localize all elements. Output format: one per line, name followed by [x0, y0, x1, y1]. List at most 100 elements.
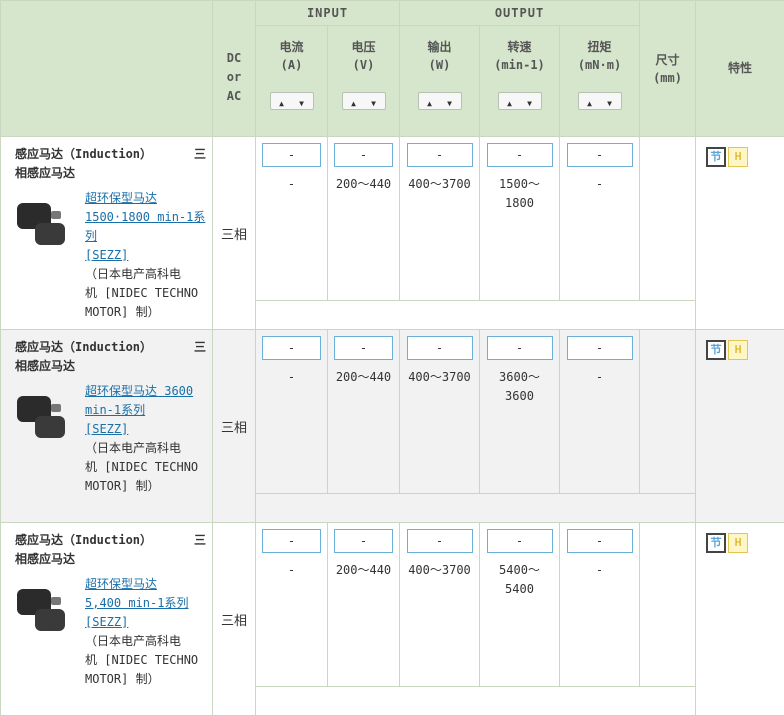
voltage-filter-input[interactable]: -	[334, 336, 393, 360]
product-link-line[interactable]: [SEZZ]	[85, 420, 198, 439]
product-link[interactable]: 超环保型马达5,400 min-1系列[SEZZ]	[85, 575, 198, 632]
output-cell: - 400～3700	[400, 137, 480, 301]
sort-desc-icon[interactable]: ▼	[364, 96, 384, 112]
sort-desc-icon[interactable]: ▼	[600, 96, 620, 112]
output-filter-input[interactable]: -	[407, 143, 473, 167]
voltage-value: 200～440	[328, 561, 399, 580]
product-row: 感应马达（Induction） 三 相感应马达 超环保型马达 3600min-1…	[1, 330, 784, 494]
product-link-line[interactable]: 超环保型马达	[85, 189, 205, 208]
torque-cell: - -	[560, 137, 640, 301]
product-maker: （日本电产高科电机 [NIDEC TECHNOMOTOR] 制）	[85, 439, 198, 496]
product-maker: （日本电产高科电机 [NIDEC TECHNOMOTOR] 制）	[85, 632, 198, 689]
category-label: 感应马达（Induction）	[15, 531, 152, 550]
input-group-header: INPUT	[256, 1, 400, 26]
current-value: -	[256, 368, 327, 387]
category-subtype: 相感应马达	[15, 550, 206, 569]
current-value: -	[256, 561, 327, 580]
sort-desc-icon[interactable]: ▼	[520, 96, 540, 112]
output-cell: - 400～3700	[400, 523, 480, 687]
product-link[interactable]: 超环保型马达 3600min-1系列[SEZZ]	[85, 382, 198, 439]
speed-filter-input[interactable]: -	[487, 336, 553, 360]
product-maker-line: MOTOR] 制）	[85, 303, 205, 322]
voltage-sorter[interactable]: ▲▼	[342, 92, 386, 110]
torque-value: -	[560, 175, 639, 194]
speed-cell: - 1500～1800	[480, 137, 560, 301]
current-cell: - -	[256, 523, 328, 687]
speed-value-line: 5400～	[480, 561, 559, 580]
feature-cell: 节H	[696, 137, 784, 330]
product-link-line[interactable]: 超环保型马达 3600	[85, 382, 198, 401]
sort-asc-icon[interactable]: ▲	[272, 96, 292, 112]
h-class-badge-icon: H	[728, 533, 748, 553]
torque-sorter[interactable]: ▲▼	[578, 92, 622, 110]
current-cell: - -	[256, 330, 328, 494]
product-link-line[interactable]: [SEZZ]	[85, 246, 205, 265]
sort-desc-icon[interactable]: ▼	[292, 96, 312, 112]
speed-label: 转速	[480, 38, 559, 56]
product-maker-line: （日本电产高科电	[85, 632, 198, 651]
speed-value: 5400～5400	[480, 561, 559, 599]
feature-cell: 节H	[696, 523, 784, 716]
sort-asc-icon[interactable]: ▲	[580, 96, 600, 112]
torque-filter-input[interactable]: -	[567, 529, 633, 553]
current-filter-input[interactable]: -	[262, 336, 321, 360]
output-filter-input[interactable]: -	[407, 529, 473, 553]
category-subtype: 相感应马达	[15, 164, 206, 183]
output-cell: - 400～3700	[400, 330, 480, 494]
product-link-line[interactable]: min-1系列	[85, 401, 198, 420]
motor-thumbnail-image[interactable]	[15, 199, 71, 255]
header-product-blank	[1, 1, 213, 137]
speed-value: 1500～1800	[480, 175, 559, 213]
motor-thumbnail-image[interactable]	[15, 585, 71, 641]
product-maker: （日本电产高科电机 [NIDEC TECHNOMOTOR] 制）	[85, 265, 205, 322]
torque-filter-input[interactable]: -	[567, 336, 633, 360]
current-unit: (A)	[256, 56, 327, 74]
product-link-line[interactable]: 1500·1800 min-1系	[85, 208, 205, 227]
spec-table: DC or AC INPUT OUTPUT 尺寸 (mm) 特性 电流(A) ▲…	[0, 0, 784, 716]
voltage-value: 200～440	[328, 175, 399, 194]
speed-filter-input[interactable]: -	[487, 143, 553, 167]
feature-cell: 节H	[696, 330, 784, 523]
sort-desc-icon[interactable]: ▼	[440, 96, 460, 112]
current-label: 电流	[256, 38, 327, 56]
speed-sorter[interactable]: ▲▼	[498, 92, 542, 110]
sort-asc-icon[interactable]: ▲	[500, 96, 520, 112]
speed-value-line: 3600	[480, 387, 559, 406]
voltage-label: 电压	[328, 38, 399, 56]
sort-asc-icon[interactable]: ▲	[420, 96, 440, 112]
output-filter-input[interactable]: -	[407, 336, 473, 360]
product-category: 感应马达（Induction） 三	[15, 531, 206, 550]
header-voltage: 电压(V) ▲▼	[328, 26, 400, 137]
current-sorter[interactable]: ▲▼	[270, 92, 314, 110]
phase-value: 三相	[213, 330, 256, 523]
or-label: or	[213, 68, 255, 87]
energy-saving-badge-icon: 节	[706, 147, 726, 167]
output-value: 400～3700	[400, 368, 479, 387]
category-subtype: 相感应马达	[15, 357, 206, 376]
speed-value-line: 1800	[480, 194, 559, 213]
current-filter-input[interactable]: -	[262, 529, 321, 553]
header-torque: 扭矩(mN·m) ▲▼	[560, 26, 640, 137]
product-link-line[interactable]: [SEZZ]	[85, 613, 198, 632]
torque-value: -	[560, 368, 639, 387]
ac-label: AC	[213, 87, 255, 106]
speed-value-line: 1500～	[480, 175, 559, 194]
h-class-badge-icon: H	[728, 340, 748, 360]
voltage-cell: - 200～440	[328, 523, 400, 687]
speed-filter-input[interactable]: -	[487, 529, 553, 553]
voltage-cell: - 200～440	[328, 330, 400, 494]
output-sorter[interactable]: ▲▼	[418, 92, 462, 110]
torque-filter-input[interactable]: -	[567, 143, 633, 167]
energy-saving-badge-icon: 节	[706, 340, 726, 360]
current-filter-input[interactable]: -	[262, 143, 321, 167]
voltage-filter-input[interactable]: -	[334, 529, 393, 553]
product-maker-line: 机 [NIDEC TECHNO	[85, 651, 198, 670]
product-link-line[interactable]: 5,400 min-1系列	[85, 594, 198, 613]
voltage-filter-input[interactable]: -	[334, 143, 393, 167]
product-link[interactable]: 超环保型马达1500·1800 min-1系列[SEZZ]	[85, 189, 205, 265]
size-cell	[640, 523, 696, 687]
motor-thumbnail-image[interactable]	[15, 392, 71, 448]
product-link-line[interactable]: 列	[85, 227, 205, 246]
product-link-line[interactable]: 超环保型马达	[85, 575, 198, 594]
sort-asc-icon[interactable]: ▲	[344, 96, 364, 112]
